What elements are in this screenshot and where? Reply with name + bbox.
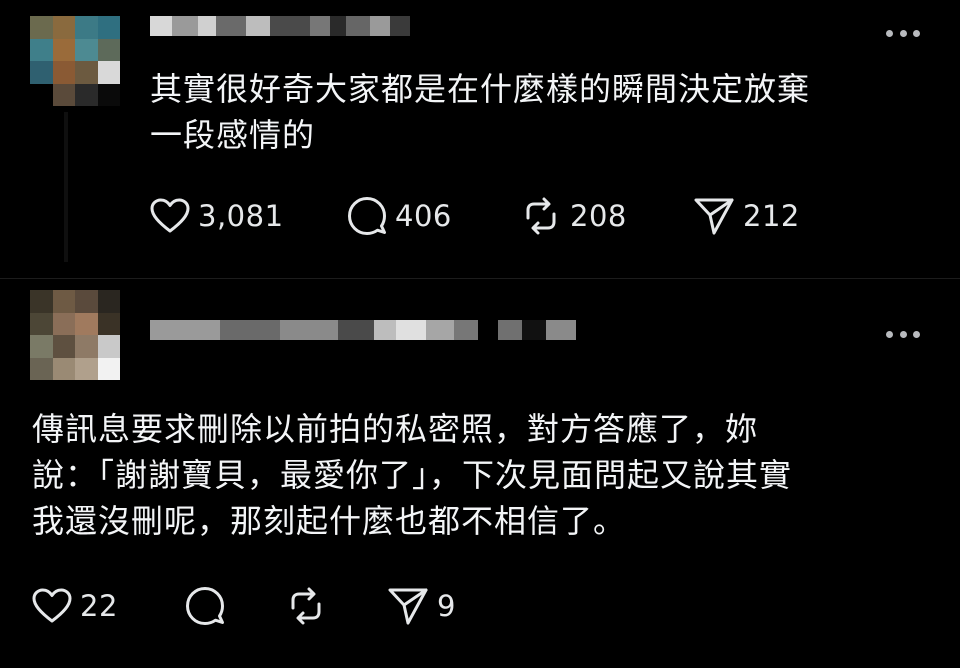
repost-icon (291, 587, 321, 625)
send-icon (694, 198, 734, 235)
reply-button[interactable] (185, 586, 285, 626)
more-dots-icon (886, 29, 893, 37)
repost-button[interactable] (285, 586, 387, 626)
share-count: 212 (743, 199, 800, 233)
heart-icon (150, 198, 190, 233)
post: 傳訊息要求刪除以前拍的私密照，對方答應了，妳 說：「謝謝寶貝，最愛你了」，下次見… (0, 280, 960, 668)
share-button[interactable]: 212 (693, 196, 800, 236)
post-text: 其實很好奇大家都是在什麼樣的瞬間決定放棄 一段感情的 (150, 66, 920, 158)
comment-icon (348, 197, 386, 235)
post-text-line: 其實很好奇大家都是在什麼樣的瞬間決定放棄 (150, 70, 811, 108)
more-options-button[interactable] (886, 25, 920, 41)
comment-icon (186, 587, 224, 625)
reply-button[interactable]: 406 (347, 196, 520, 236)
avatar[interactable] (30, 290, 120, 380)
more-dots-icon (886, 330, 893, 338)
repost-count: 208 (570, 199, 627, 233)
post-divider (0, 278, 960, 279)
like-button[interactable]: 22 (32, 588, 185, 624)
like-count: 22 (80, 589, 118, 623)
reply-count: 406 (395, 199, 452, 233)
post-text-line: 傳訊息要求刪除以前拍的私密照，對方答應了，妳 (32, 410, 759, 448)
more-options-button[interactable] (886, 326, 920, 342)
share-count: 9 (437, 589, 456, 623)
post-text-line: 說：「謝謝寶貝，最愛你了」，下次見面問起又說其實 (32, 456, 793, 494)
avatar[interactable] (30, 16, 120, 106)
post-text-line: 我還沒刪呢，那刻起什麼也都不相信了。 (32, 502, 627, 540)
like-button[interactable]: 3,081 (150, 198, 347, 234)
action-bar: 3,081 406 208 212 (150, 196, 800, 236)
username-redacted[interactable] (150, 16, 410, 36)
send-icon (388, 588, 428, 625)
heart-icon (32, 588, 72, 623)
thread-line (64, 112, 68, 262)
repost-button[interactable]: 208 (520, 196, 693, 236)
post-text: 傳訊息要求刪除以前拍的私密照，對方答應了，妳 說：「謝謝寶貝，最愛你了」，下次見… (32, 406, 922, 544)
post-text-line: 一段感情的 (150, 116, 316, 154)
username-redacted[interactable] (150, 320, 600, 340)
share-button[interactable]: 9 (387, 586, 456, 626)
post: 其實很好奇大家都是在什麼樣的瞬間決定放棄 一段感情的 3,081 406 208 (0, 0, 960, 278)
action-bar: 22 9 (32, 586, 456, 626)
repost-icon (526, 197, 556, 235)
like-count: 3,081 (198, 199, 284, 233)
